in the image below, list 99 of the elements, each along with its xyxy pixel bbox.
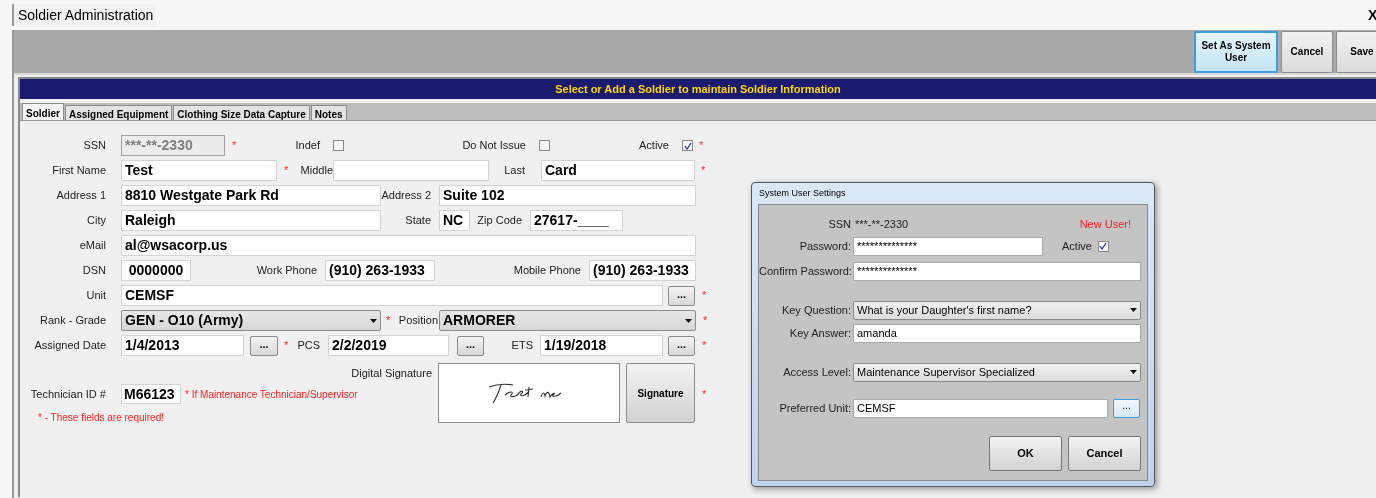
required-mark: * — [702, 386, 707, 402]
banner: Select or Add a Soldier to maintain Soldier Information — [20, 79, 1376, 99]
window-title: Soldier Administration — [17, 5, 154, 25]
dialog-title: System User Settings — [758, 186, 846, 200]
tab[interactable]: Notes — [310, 105, 347, 120]
checkbox[interactable] — [539, 140, 550, 151]
required-mark: * — [284, 163, 290, 179]
required-mark: * — [702, 338, 707, 354]
input-field[interactable]: CEMSF — [853, 398, 1108, 418]
tab[interactable]: Soldier — [22, 103, 64, 120]
required-mark: * — [386, 313, 392, 329]
field-label: Technician ID # — [29, 386, 106, 402]
tab[interactable]: Clothing Size Data Capture — [173, 105, 310, 120]
browse-button[interactable]: ... — [250, 335, 278, 356]
field-label: Access Level: — [782, 364, 851, 380]
field-label: Active — [1062, 238, 1092, 254]
field-label: Digital Signature — [350, 366, 432, 381]
input-field[interactable]: ************** — [853, 261, 1141, 281]
field-label: City — [86, 213, 106, 229]
input-field[interactable]: 0000000 — [121, 260, 191, 281]
browse-button[interactable]: ... — [457, 335, 484, 356]
input-field: ***-**-2330 — [121, 135, 225, 156]
input-field[interactable]: Raleigh — [121, 210, 381, 231]
field-label: State — [404, 213, 431, 229]
input-field[interactable]: NC — [439, 210, 470, 231]
toolbar-button[interactable]: Cancel — [1281, 31, 1333, 73]
input-field[interactable]: Card — [541, 160, 695, 181]
field-label: SSN — [827, 216, 851, 232]
browse-button[interactable]: ... — [668, 335, 695, 356]
toolbar-button[interactable]: Save — [1336, 31, 1376, 73]
field-label: Last — [503, 163, 525, 179]
field-label: Do Not Issue — [461, 138, 526, 154]
input-field[interactable] — [333, 160, 489, 181]
field-label: Work Phone — [255, 263, 317, 279]
required-mark: * — [703, 313, 708, 329]
dropdown[interactable]: Maintenance Supervisor Specialized — [853, 362, 1141, 382]
browse-button[interactable]: ... — [668, 285, 695, 306]
field-label: ETS — [510, 338, 533, 354]
field-label: First Name — [51, 163, 106, 179]
dropdown[interactable]: GEN - O10 (Army) — [121, 310, 381, 331]
dialog-button[interactable]: Cancel — [1068, 436, 1141, 471]
input-field[interactable]: CEMSF — [121, 285, 663, 306]
required-note: * - These fields are required! — [38, 411, 164, 425]
input-field[interactable]: 1/4/2013 — [121, 335, 244, 356]
status-text: New User! — [1079, 216, 1131, 232]
dialog-button[interactable]: OK — [989, 436, 1062, 471]
toolbar-button[interactable]: Set As System User — [1194, 31, 1278, 73]
field-label: SSN — [82, 138, 106, 154]
input-field[interactable]: M66123 — [121, 384, 181, 404]
input-field[interactable]: 1/19/2018 — [540, 335, 663, 356]
ssn-text: ***-**-2330 — [855, 216, 909, 232]
field-label: PCS — [296, 338, 320, 354]
field-label: Middle — [299, 163, 333, 179]
input-field[interactable]: Test — [121, 160, 277, 181]
input-field[interactable]: (910) 263-1933 — [589, 260, 696, 281]
field-label: Position — [397, 313, 438, 329]
field-label: eMail — [78, 238, 106, 254]
input-field[interactable]: Suite 102 — [439, 185, 696, 206]
field-label: Unit — [85, 288, 106, 304]
required-mark: * — [702, 288, 707, 304]
checkbox[interactable] — [333, 140, 344, 151]
field-label: Indef — [294, 138, 320, 154]
field-label: DSN — [81, 263, 106, 279]
field-label: Preferred Unit: — [778, 400, 851, 416]
field-label: Address 2 — [381, 188, 431, 204]
input-field[interactable]: amanda — [853, 323, 1141, 343]
field-label: Password: — [798, 238, 851, 254]
dropdown[interactable]: What is your Daughter's first name? — [853, 300, 1141, 320]
input-field[interactable]: 2/2/2019 — [328, 335, 449, 356]
tab[interactable]: Assigned Equipment — [64, 105, 173, 120]
field-label: Address 1 — [55, 188, 106, 204]
caret-icon — [1130, 308, 1137, 312]
caret-icon — [1130, 370, 1137, 374]
field-label: Key Answer: — [788, 325, 851, 341]
hint-text: * If Maintenance Technician/Supervisor — [185, 387, 358, 402]
caret-icon — [685, 318, 692, 323]
signature-pad[interactable] — [438, 363, 620, 423]
field-label: Confirm Password: — [759, 263, 851, 279]
field-label: Rank - Grade — [38, 313, 106, 329]
dropdown[interactable]: ARMORER — [439, 310, 696, 331]
input-field[interactable]: ************** — [853, 236, 1043, 256]
checkbox[interactable] — [1097, 240, 1109, 252]
signature-button[interactable]: Signature — [626, 363, 695, 423]
input-field[interactable]: (910) 263-1933 — [325, 260, 435, 281]
required-mark: * — [699, 138, 704, 154]
input-field[interactable]: 8810 Westgate Park Rd — [121, 185, 381, 206]
field-label: Mobile Phone — [512, 263, 581, 279]
caret-icon — [370, 318, 377, 323]
field-label: Assigned Date — [33, 338, 106, 354]
field-label: Key Question: — [780, 302, 851, 318]
field-label: Zip Code — [476, 213, 522, 229]
required-mark: * — [284, 338, 290, 354]
browse-button[interactable]: ... — [1113, 398, 1140, 418]
checkbox[interactable] — [682, 140, 693, 151]
input-field[interactable]: 27617-____ — [530, 210, 623, 231]
field-label: Active — [638, 138, 669, 154]
input-field[interactable]: al@wsacorp.us — [121, 235, 696, 256]
required-mark: * — [701, 163, 706, 179]
required-mark: * — [232, 138, 238, 154]
